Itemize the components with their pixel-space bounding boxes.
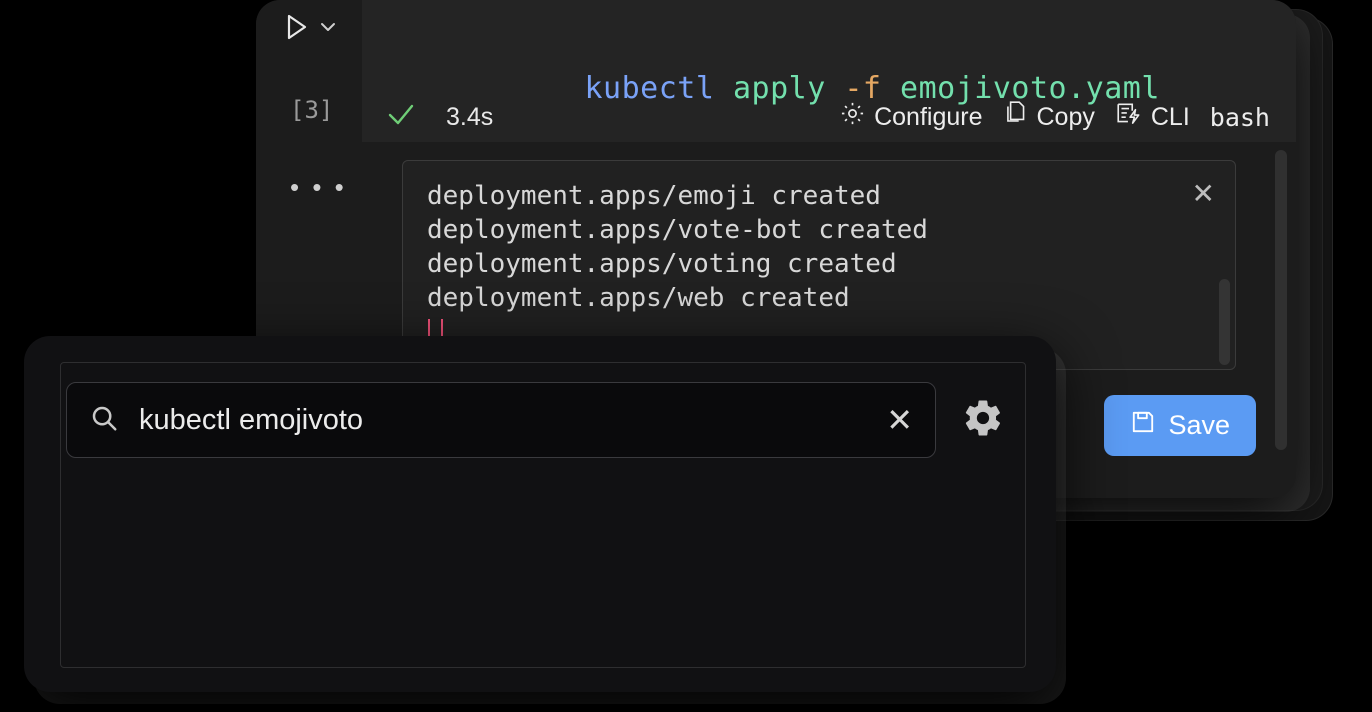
settings-gear-icon[interactable] xyxy=(962,397,1004,444)
copy-icon xyxy=(1003,100,1029,135)
floppy-disk-icon xyxy=(1130,409,1156,442)
search-input[interactable]: kubectl emojivoto ✕ xyxy=(66,382,936,458)
check-icon xyxy=(386,102,416,133)
cli-label: CLI xyxy=(1150,102,1190,131)
search-row: kubectl emojivoto ✕ xyxy=(66,382,1004,458)
save-label: Save xyxy=(1168,410,1230,440)
search-panel: kubectl emojivoto ✕ workflows/setup.md 3… xyxy=(24,336,1056,692)
gear-icon xyxy=(839,100,866,134)
cli-button[interactable]: CLI xyxy=(1115,100,1190,135)
search-icon xyxy=(89,403,119,438)
play-icon[interactable] xyxy=(286,14,308,40)
configure-button[interactable]: Configure xyxy=(839,100,983,134)
copy-label: Copy xyxy=(1036,102,1095,131)
gutter-more-icon[interactable]: • • • xyxy=(290,172,347,203)
copy-button[interactable]: Copy xyxy=(1003,100,1095,135)
output-line-1: deployment.apps/vote-bot created xyxy=(427,215,928,245)
output-line-2: deployment.apps/voting created xyxy=(427,249,897,279)
search-value: kubectl emojivoto xyxy=(139,403,364,436)
duration-label: 3.4s xyxy=(446,102,494,131)
terminal-actions: Configure Copy CLI bash xyxy=(839,100,1296,135)
output-line-3: deployment.apps/web created xyxy=(427,283,850,313)
clear-search-icon[interactable]: ✕ xyxy=(886,401,913,439)
configure-label: Configure xyxy=(874,102,983,131)
screen-root: kubectl apply -f emojivoto.yaml [3] 3.4s… xyxy=(0,0,1372,712)
cli-icon xyxy=(1115,100,1143,135)
close-output-icon[interactable]: ✕ xyxy=(1192,177,1215,210)
output-scrollbar[interactable] xyxy=(1219,279,1230,365)
output-line-0: deployment.apps/emoji created xyxy=(427,181,881,211)
window-scrollbar[interactable] xyxy=(1275,150,1287,450)
run-controls[interactable] xyxy=(286,14,338,40)
save-button[interactable]: Save xyxy=(1104,395,1256,456)
terminal-meta-row: 3.4s Configure Copy CLI bash xyxy=(256,92,1296,142)
chevron-down-icon[interactable] xyxy=(318,17,338,37)
shell-label[interactable]: bash xyxy=(1210,103,1270,132)
